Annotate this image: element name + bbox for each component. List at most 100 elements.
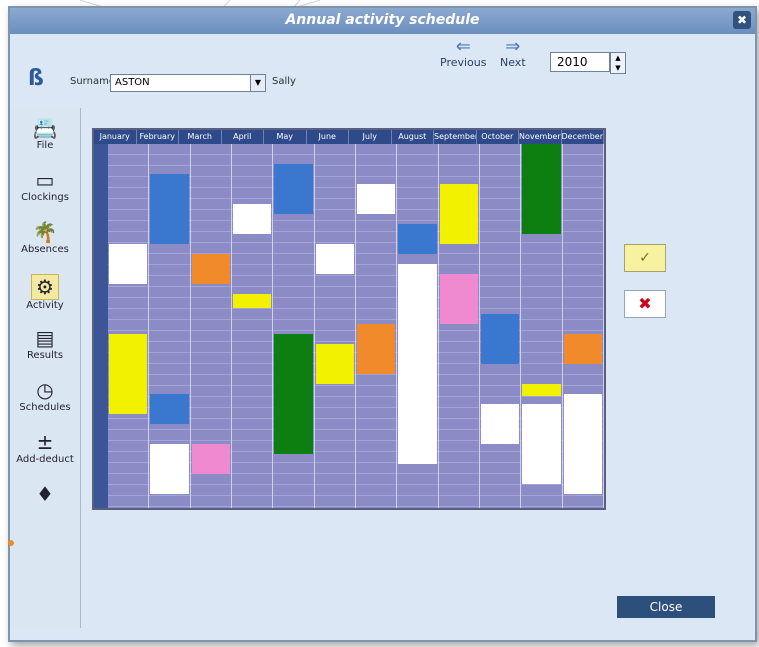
- sidebar-item-activity[interactable]: ⚙ Activity: [10, 274, 80, 311]
- sidebar-item-label: Results: [26, 350, 64, 361]
- month-column[interactable]: [273, 144, 315, 508]
- sidebar-item-label: Schedules: [19, 402, 71, 413]
- month-header: July: [349, 130, 392, 144]
- month-header: September: [434, 130, 477, 144]
- weekend-block: [109, 244, 148, 284]
- activity-block: [274, 334, 313, 454]
- plus-minus-icon: ±: [36, 430, 54, 454]
- close-button[interactable]: Close: [617, 596, 715, 618]
- schedule-days-area: [94, 144, 604, 508]
- day-number-column: [94, 144, 108, 508]
- sidebar-item-award[interactable]: ♦: [10, 482, 80, 506]
- sidebar-item-results[interactable]: ▤ Results: [10, 326, 80, 361]
- year-spinner[interactable]: ▲ ▼: [610, 52, 626, 74]
- activity-block: [109, 334, 148, 414]
- activity-block: [522, 384, 561, 396]
- arrow-right-icon: ⇒: [505, 36, 521, 57]
- title-bar: Annual activity schedule ✖: [10, 8, 755, 34]
- month-column[interactable]: [397, 144, 439, 508]
- month-header: August: [392, 130, 434, 144]
- cancel-button[interactable]: ✖: [624, 290, 666, 318]
- month-column[interactable]: [190, 144, 232, 508]
- palm-tree-icon: 🌴: [32, 220, 58, 244]
- month-column[interactable]: [108, 144, 150, 508]
- weekend-block: [563, 394, 602, 494]
- month-header: February: [137, 130, 179, 144]
- sidebar-item-absences[interactable]: 🌴 Absences: [10, 220, 80, 255]
- weekend-block: [315, 244, 354, 274]
- activity-block: [356, 324, 396, 374]
- month-column[interactable]: [562, 144, 604, 508]
- next-button[interactable]: ⇒ Next: [500, 36, 526, 70]
- arrow-left-icon: ⇐: [455, 36, 471, 57]
- sidebar-item-label: Activity: [26, 300, 64, 311]
- sidebar-item-label: File: [36, 140, 54, 151]
- month-header-row: January February March April May June Ju…: [94, 130, 604, 144]
- surname-value: ASTON: [115, 77, 150, 88]
- month-header: November: [519, 130, 562, 144]
- sidebar-item-schedules[interactable]: ◷ Schedules: [10, 378, 80, 413]
- weekend-block: [356, 184, 396, 214]
- sidebar-item-add-deduct[interactable]: ± Add-deduct: [10, 430, 80, 465]
- month-column[interactable]: [355, 144, 398, 508]
- weekend-block: [150, 444, 189, 494]
- activity-block: [150, 174, 189, 244]
- activity-block: [480, 314, 520, 364]
- activity-block: [563, 334, 602, 364]
- month-column[interactable]: [314, 144, 356, 508]
- surname-select[interactable]: ASTON ▼: [110, 74, 266, 92]
- card-reader-icon: ▭: [35, 168, 55, 192]
- window-title: Annual activity schedule: [285, 12, 480, 28]
- surname-label: Surname: [70, 76, 115, 87]
- month-header: June: [307, 130, 349, 144]
- award-icon: ♦: [36, 482, 54, 506]
- month-header: March: [179, 130, 222, 144]
- activity-block: [522, 144, 561, 234]
- activity-block: [398, 224, 437, 254]
- year-input[interactable]: 2010: [550, 52, 610, 72]
- weekend-block: [480, 404, 520, 444]
- month-columns: [108, 144, 604, 508]
- month-header: May: [264, 130, 307, 144]
- activity-block: [274, 164, 313, 214]
- file-icon: 📇: [32, 116, 58, 140]
- month-header: October: [477, 130, 519, 144]
- month-column[interactable]: [438, 144, 480, 508]
- sidebar-item-label: Add-deduct: [16, 454, 74, 465]
- activity-icon: ⚙: [31, 274, 59, 300]
- app-logo-icon: ß: [28, 66, 44, 91]
- weekend-block: [398, 264, 437, 464]
- clock-icon: ◷: [36, 378, 54, 402]
- month-column[interactable]: [149, 144, 191, 508]
- chevron-down-icon[interactable]: ▼: [250, 75, 265, 91]
- activity-block: [150, 394, 189, 424]
- activity-block: [232, 294, 272, 308]
- activity-block: [315, 344, 354, 384]
- weekend-block: [522, 404, 561, 484]
- annual-activity-window: Annual activity schedule ✖ ⇐ Previous ⇒ …: [8, 6, 757, 642]
- sidebar-item-clockings[interactable]: ▭ Clockings: [10, 168, 80, 203]
- previous-button[interactable]: ⇐ Previous: [440, 36, 487, 70]
- results-icon: ▤: [35, 326, 55, 350]
- month-header: January: [94, 130, 137, 144]
- first-name-label: Sally: [272, 76, 296, 87]
- window-close-icon[interactable]: ✖: [733, 11, 751, 29]
- month-column[interactable]: [479, 144, 522, 508]
- activity-block: [191, 254, 230, 284]
- callout-dot: [8, 540, 14, 546]
- activity-block: [439, 184, 478, 244]
- month-header: December: [562, 130, 604, 144]
- next-label: Next: [500, 56, 526, 69]
- activity-block: [191, 444, 230, 474]
- annual-schedule-grid[interactable]: January February March April May June Ju…: [92, 128, 606, 510]
- ok-button[interactable]: ✓: [624, 244, 666, 272]
- sidebar-item-file[interactable]: 📇 File: [10, 116, 80, 151]
- month-column[interactable]: [231, 144, 274, 508]
- weekend-block: [232, 204, 272, 234]
- activity-block: [439, 274, 478, 324]
- sidebar-item-label: Clockings: [21, 192, 69, 203]
- month-header: April: [222, 130, 264, 144]
- month-column[interactable]: [521, 144, 563, 508]
- sidebar: 📇 File ▭ Clockings 🌴 Absences ⚙ Activity…: [10, 108, 81, 628]
- sidebar-item-label: Absences: [21, 244, 69, 255]
